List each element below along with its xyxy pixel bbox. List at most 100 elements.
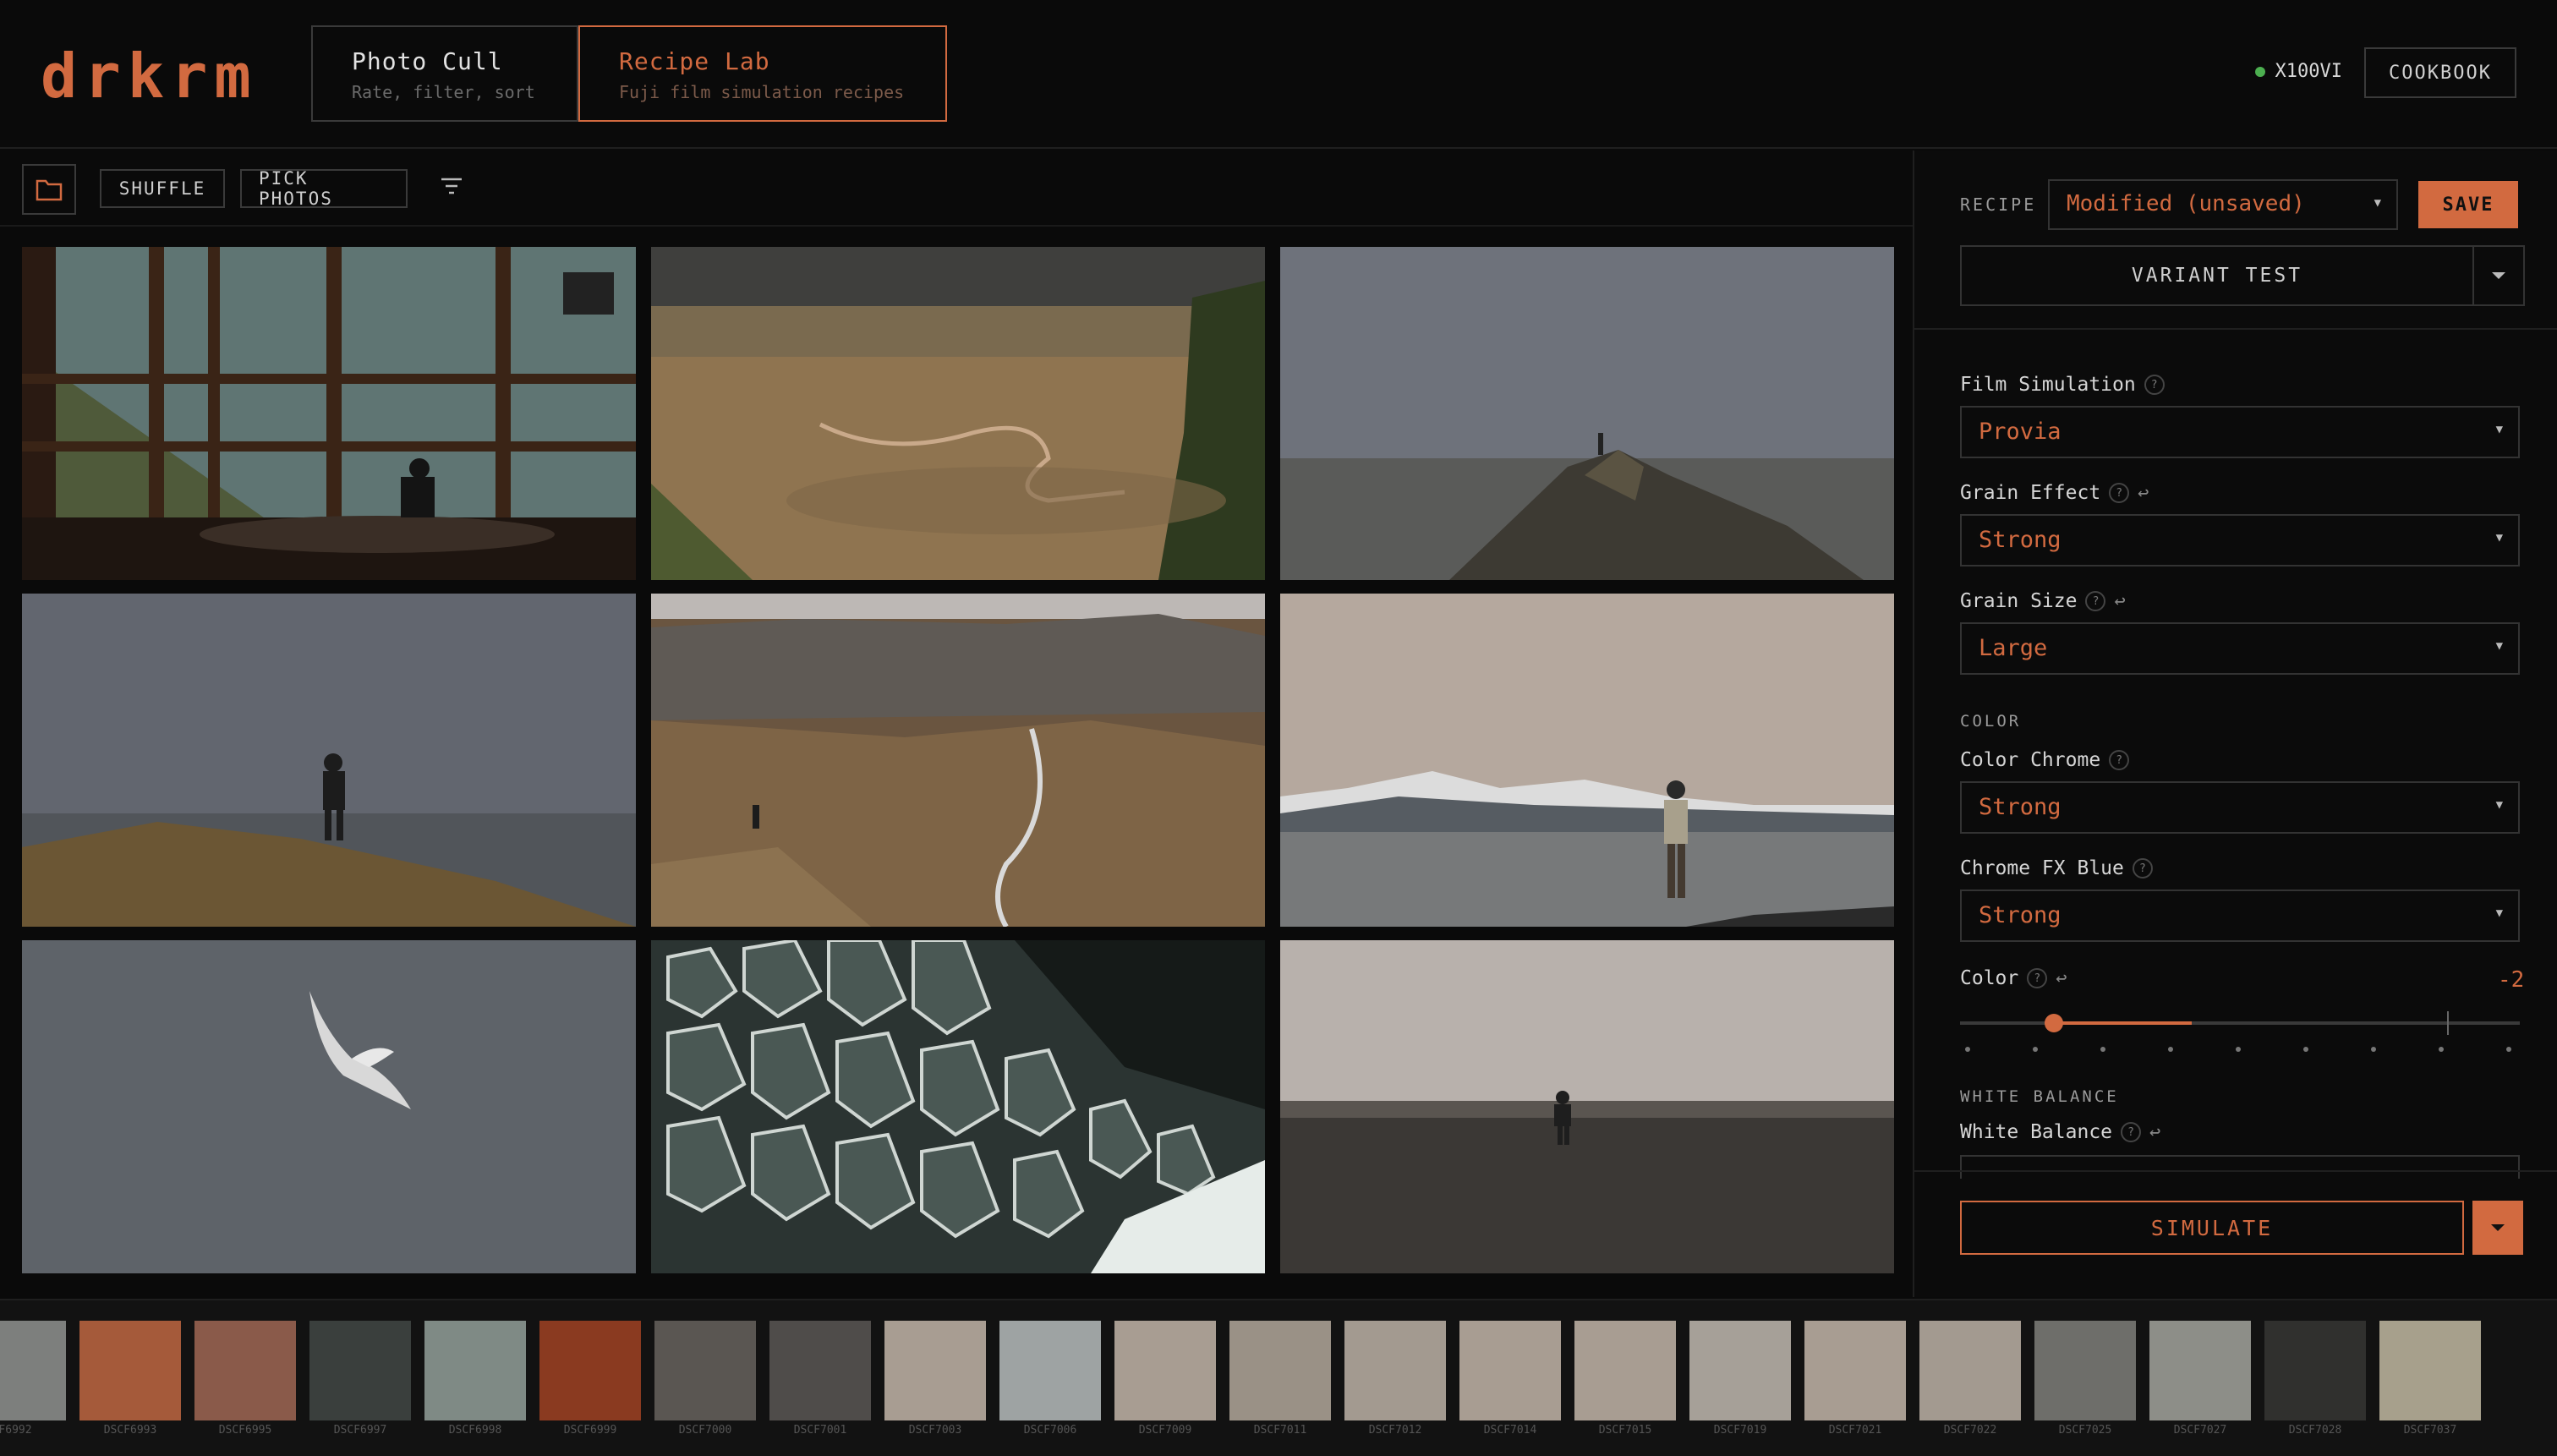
thumbnail-image (79, 1321, 181, 1420)
help-icon[interactable]: ? (2109, 483, 2130, 503)
filmstrip-thumbnail[interactable] (999, 1321, 1101, 1422)
caret-down-icon: ▼ (2495, 906, 2503, 920)
filmstrip-thumbnail[interactable] (79, 1321, 181, 1422)
camera-model: X100VI (2275, 61, 2342, 82)
chrome-fx-blue-select[interactable]: Strong ▼ (1960, 889, 2520, 942)
select-value: Large (1979, 635, 2048, 661)
section-white-balance: WHITE BALANCE (1960, 1087, 2119, 1106)
help-icon[interactable]: ? (2144, 375, 2165, 395)
film-simulation-select[interactable]: Provia ▼ (1960, 406, 2520, 458)
photo-tile[interactable] (22, 594, 636, 927)
slider-tick (2168, 1047, 2173, 1052)
thumbnail-label: DSCF7000 (678, 1424, 732, 1437)
thumbnail-label: DSCF7025 (2058, 1424, 2112, 1437)
thumbnail-label: DSCF7015 (1598, 1424, 1652, 1437)
white-balance-select[interactable] (1960, 1155, 2520, 1179)
recipe-select[interactable]: Modified (unsaved) ▼ (2048, 179, 2398, 230)
thumbnail-image (194, 1321, 296, 1420)
color-chrome-select[interactable]: Strong ▼ (1960, 781, 2520, 834)
filmstrip-thumbnail[interactable] (539, 1321, 641, 1422)
filmstrip-thumbnail[interactable] (194, 1321, 296, 1422)
color-slider-handle[interactable] (2045, 1014, 2063, 1032)
photo-tile[interactable] (1280, 940, 1894, 1273)
thumbnail-label: DSCF7037 (2403, 1424, 2457, 1437)
thumbnail-label: DSCF7027 (2173, 1424, 2227, 1437)
reset-icon[interactable]: ↩ (2138, 483, 2149, 504)
thumbnail-image (2034, 1321, 2136, 1420)
section-color: COLOR (1960, 712, 2022, 731)
color-value: -2 (2498, 967, 2525, 993)
save-button[interactable]: SAVE (2418, 181, 2518, 228)
filmstrip-thumbnail[interactable] (0, 1321, 66, 1422)
grain-effect-select[interactable]: Strong ▼ (1960, 514, 2520, 567)
field-label-color-chrome: Color Chrome ? (1960, 749, 2130, 771)
help-icon[interactable]: ? (2027, 968, 2048, 988)
tab-recipe-lab[interactable]: Recipe Lab Fuji film simulation recipes (578, 25, 947, 122)
filmstrip-thumbnail[interactable] (1804, 1321, 1906, 1422)
shuffle-button[interactable]: SHUFFLE (100, 169, 225, 208)
field-label-film-simulation: Film Simulation ? (1960, 374, 2165, 396)
filmstrip-thumbnail[interactable] (1229, 1321, 1331, 1422)
photo-tile[interactable] (651, 247, 1265, 580)
folder-icon (36, 179, 63, 201)
simulate-menu-button[interactable] (2472, 1201, 2523, 1255)
slider-tick (2439, 1047, 2444, 1052)
filter-button[interactable] (436, 171, 467, 201)
thumbnail-label: DSCF6999 (563, 1424, 617, 1437)
simulate-button[interactable]: SIMULATE (1960, 1201, 2464, 1255)
photo-cliff-person (22, 594, 636, 927)
filmstrip-thumbnail[interactable] (1919, 1321, 2021, 1422)
filmstrip-thumbnail[interactable] (1114, 1321, 1216, 1422)
cookbook-button[interactable]: COOKBOOK (2364, 47, 2516, 98)
reset-icon[interactable]: ↩ (2056, 968, 2067, 989)
filmstrip-thumbnail[interactable] (1574, 1321, 1676, 1422)
tab-photo-cull[interactable]: Photo Cull Rate, filter, sort (311, 25, 578, 122)
variant-test-button[interactable]: VARIANT TEST (1960, 245, 2474, 306)
slider-tick (2506, 1047, 2511, 1052)
divider (1914, 1170, 2557, 1172)
thumbnail-image (769, 1321, 871, 1420)
slider-default-marker (2447, 1011, 2449, 1035)
help-icon[interactable]: ? (2121, 1122, 2142, 1142)
caret-down-icon: ▼ (2495, 639, 2503, 653)
open-folder-button[interactable] (22, 164, 76, 215)
filmstrip-thumbnail[interactable] (769, 1321, 871, 1422)
filmstrip-thumbnail[interactable] (2379, 1321, 2481, 1422)
filmstrip-thumbnail[interactable] (884, 1321, 986, 1422)
caret-down-icon: ▼ (2495, 531, 2503, 545)
filmstrip-thumbnail[interactable] (1689, 1321, 1791, 1422)
variant-menu-button[interactable] (2474, 245, 2525, 306)
photo-tile[interactable] (651, 594, 1265, 927)
photo-tile[interactable] (22, 940, 636, 1273)
filmstrip-thumbnail[interactable] (1459, 1321, 1561, 1422)
photo-bird-sky (22, 940, 636, 1273)
camera-status: X100VI (2254, 61, 2342, 82)
filmstrip-thumbnail[interactable] (424, 1321, 526, 1422)
filmstrip-thumbnail[interactable] (309, 1321, 411, 1422)
photo-window-interior (22, 247, 636, 580)
field-label-grain-effect: Grain Effect ? ↩ (1960, 482, 2149, 504)
filmstrip-thumbnail[interactable] (2264, 1321, 2366, 1422)
help-icon[interactable]: ? (2132, 858, 2153, 879)
pick-photos-button[interactable]: PICK PHOTOS (240, 168, 408, 209)
photo-tile[interactable] (22, 247, 636, 580)
grain-size-select[interactable]: Large ▼ (1960, 622, 2520, 675)
thumbnail-image (2149, 1321, 2251, 1420)
photo-tile[interactable] (651, 940, 1265, 1273)
help-icon[interactable]: ? (2109, 750, 2130, 770)
photo-tile[interactable] (1280, 594, 1894, 927)
status-dot-icon (2254, 66, 2265, 77)
reset-icon[interactable]: ↩ (2114, 591, 2125, 612)
filmstrip-thumbnail[interactable] (2034, 1321, 2136, 1422)
thumbnail-label: F6992 (0, 1424, 32, 1437)
field-label-grain-size: Grain Size ? ↩ (1960, 590, 2126, 612)
thumbnail-label: DSCF6997 (333, 1424, 387, 1437)
filmstrip-thumbnail[interactable] (1344, 1321, 1446, 1422)
photo-tile[interactable] (1280, 247, 1894, 580)
help-icon[interactable]: ? (2085, 591, 2106, 611)
filmstrip-thumbnail[interactable] (2149, 1321, 2251, 1422)
filmstrip-thumbnail[interactable] (654, 1321, 756, 1422)
reset-icon[interactable]: ↩ (2149, 1122, 2160, 1143)
field-label: Color Chrome (1960, 749, 2101, 771)
photo-glass-facade (651, 940, 1265, 1273)
